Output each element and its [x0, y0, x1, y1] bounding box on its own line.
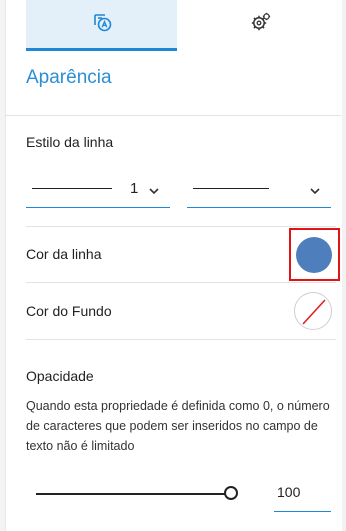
opacity-slider-thumb[interactable]	[224, 486, 238, 500]
opacity-description: Quando esta propriedade é definida como …	[26, 399, 330, 453]
background-color-swatch[interactable]	[294, 292, 332, 330]
section-divider	[5, 115, 341, 116]
line-color-label: Cor da linha	[26, 246, 102, 262]
line-color-swatch[interactable]	[296, 237, 332, 273]
appearance-icon	[91, 11, 113, 38]
opacity-slider-track[interactable]	[36, 493, 226, 495]
divider	[26, 282, 336, 283]
tab-appearance[interactable]	[26, 0, 177, 51]
tab-settings[interactable]	[185, 0, 336, 48]
opacity-field[interactable]	[274, 472, 331, 512]
background-color-label: Cor do Fundo	[26, 303, 112, 319]
line-width-dropdown[interactable]: 1	[26, 171, 170, 208]
chevron-down-icon	[309, 183, 321, 201]
line-preview	[32, 188, 112, 189]
line-width-value: 1	[130, 180, 139, 197]
chevron-down-icon	[148, 183, 160, 201]
opacity-label: Opacidade	[26, 368, 94, 384]
line-style-dropdown[interactable]	[187, 171, 331, 208]
section-title: Aparência	[26, 67, 112, 88]
divider	[26, 226, 336, 227]
divider	[26, 339, 336, 340]
opacity-input[interactable]	[277, 484, 322, 500]
panel-scrollbar[interactable]	[342, 0, 346, 531]
gear-icon	[250, 11, 272, 38]
panel-tabs	[26, 0, 336, 52]
line-style-label: Estilo da linha	[26, 134, 114, 150]
panel-left-edge	[0, 0, 6, 531]
no-color-icon	[302, 299, 326, 325]
line-style-preview	[193, 188, 269, 189]
